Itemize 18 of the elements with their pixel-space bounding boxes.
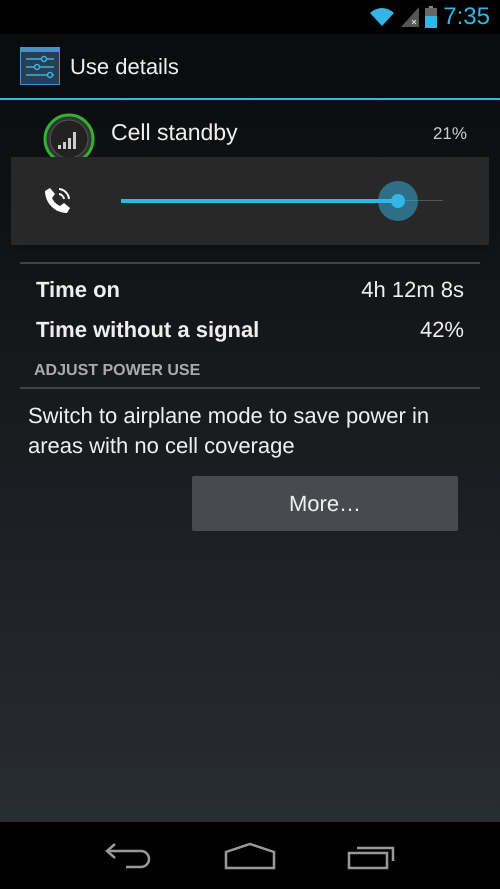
volume-slider[interactable] xyxy=(121,181,443,221)
signal-icon xyxy=(401,7,420,27)
status-time: 7:35 xyxy=(443,5,490,29)
detail-label: Time on xyxy=(36,276,120,304)
detail-value: 42% xyxy=(420,316,464,344)
description-text: Switch to airplane mode to save power in areas with no cell coverage xyxy=(27,402,430,460)
screen-title: Use details xyxy=(70,52,179,80)
section-header: ADJUST POWER USE xyxy=(33,361,202,381)
settings-icon[interactable] xyxy=(20,47,60,85)
battery-icon xyxy=(425,6,438,28)
more-button[interactable]: More… xyxy=(192,476,458,531)
app-name: Cell standby xyxy=(111,118,239,147)
wifi-icon xyxy=(369,7,396,27)
slider-thumb[interactable] xyxy=(378,181,418,221)
detail-value: 4h 12m 8s xyxy=(361,276,464,304)
usage-percent: 21% xyxy=(432,123,467,146)
detail-label: Time without a signal xyxy=(36,316,260,344)
home-icon[interactable] xyxy=(224,842,276,870)
